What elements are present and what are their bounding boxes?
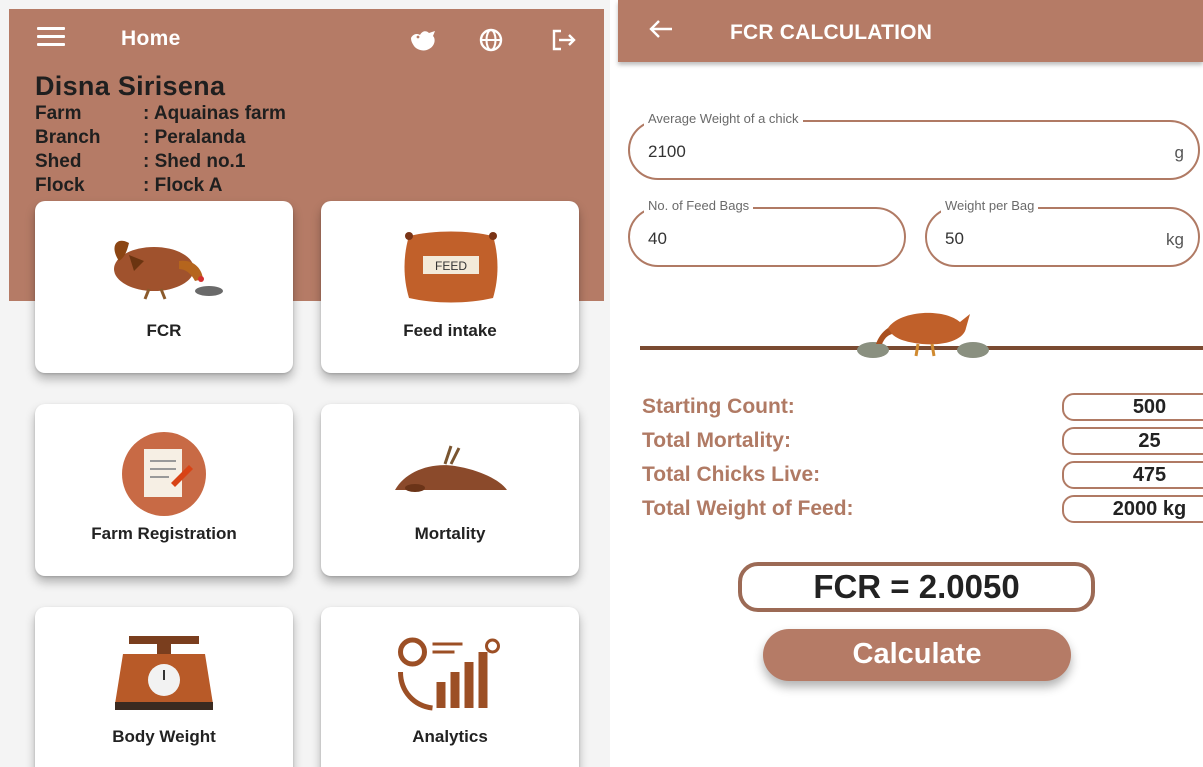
field-label: Average Weight of a chick — [644, 111, 803, 126]
app-bar-title: Home — [121, 27, 181, 50]
home-app-bar: Home — [9, 9, 604, 69]
card-analytics[interactable]: Analytics — [321, 607, 579, 767]
hen-feeding-icon — [848, 306, 998, 362]
card-label: Body Weight — [112, 727, 216, 746]
card-mortality[interactable]: Mortality — [321, 404, 579, 576]
card-label: Mortality — [414, 524, 486, 543]
profile-row-farm: Farm : Aquainas farm — [35, 102, 286, 126]
profile-value: : Aquainas farm — [143, 103, 286, 124]
field-label: No. of Feed Bags — [644, 198, 754, 213]
profile-row-branch: Branch : Peralanda — [35, 126, 286, 150]
field-value: 40 — [648, 229, 667, 248]
avg-weight-field[interactable]: Average Weight of a chick 2100 g — [628, 111, 1200, 180]
stat-label: Total Chicks Live: — [642, 463, 821, 486]
stat-value: 475 — [1062, 461, 1203, 489]
bird-icon[interactable] — [407, 24, 441, 56]
feed-bags-field[interactable]: No. of Feed Bags 40 — [628, 198, 906, 267]
card-label: Feed intake — [403, 321, 497, 340]
weight-per-bag-field[interactable]: Weight per Bag 50 kg — [925, 198, 1200, 267]
stat-value: 2000 kg — [1062, 495, 1203, 523]
dead-bird-icon — [385, 442, 515, 502]
user-name: Disna Sirisena — [35, 71, 226, 101]
field-label: Weight per Bag — [941, 198, 1039, 213]
field-value: 50 — [945, 229, 964, 248]
globe-icon[interactable] — [474, 24, 508, 56]
card-label: Farm Registration — [91, 524, 237, 543]
menu-icon[interactable] — [37, 27, 67, 49]
profile-key: Flock — [35, 175, 85, 196]
card-fcr[interactable]: FCR — [35, 201, 293, 373]
profile-key: Shed — [35, 151, 82, 172]
profile-row-flock: Flock : Flock A — [35, 174, 286, 198]
profile-value: : Shed no.1 — [143, 151, 246, 172]
analytics-chart-icon — [393, 632, 508, 712]
card-feed-intake[interactable]: FEED Feed intake — [321, 201, 579, 373]
fcr-calculation-screen: FCR CALCULATION Average Weight of a chic… — [618, 0, 1203, 767]
card-body-weight[interactable]: Body Weight — [35, 607, 293, 767]
calculate-button[interactable]: Calculate — [763, 629, 1071, 681]
feed-bag-icon: FEED — [395, 226, 505, 306]
card-label: FCR — [146, 321, 182, 340]
logout-icon[interactable] — [547, 24, 581, 56]
field-unit: g — [1174, 143, 1184, 162]
fcr-app-bar: FCR CALCULATION — [618, 0, 1203, 62]
card-label: Analytics — [412, 727, 488, 746]
field-unit: kg — [1166, 230, 1184, 249]
profile-row-shed: Shed : Shed no.1 — [35, 150, 286, 174]
fcr-result: FCR = 2.0050 — [738, 562, 1095, 612]
field-value: 2100 — [648, 142, 686, 161]
feed-bag-text: FEED — [435, 259, 467, 273]
stat-label: Total Mortality: — [642, 429, 791, 452]
weighing-scale-icon — [109, 632, 219, 712]
registration-form-icon — [119, 429, 209, 519]
back-arrow-icon[interactable] — [648, 18, 674, 40]
stat-value: 500 — [1062, 393, 1203, 421]
profile-info: Disna Sirisena Farm : Aquainas farm Bran… — [35, 71, 286, 198]
fcr-title: FCR CALCULATION — [730, 21, 933, 44]
stat-label: Starting Count: — [642, 395, 795, 418]
stat-label: Total Weight of Feed: — [642, 497, 854, 520]
home-screen: Home Disna Sirisena Farm : Aquainas farm… — [0, 0, 610, 767]
card-farm-registration[interactable]: Farm Registration — [35, 404, 293, 576]
hen-eating-icon — [99, 231, 229, 301]
profile-value: : Flock A — [143, 175, 223, 196]
profile-key: Farm — [35, 103, 82, 124]
profile-key: Branch — [35, 127, 101, 148]
stat-value: 25 — [1062, 427, 1203, 455]
profile-value: : Peralanda — [143, 127, 246, 148]
